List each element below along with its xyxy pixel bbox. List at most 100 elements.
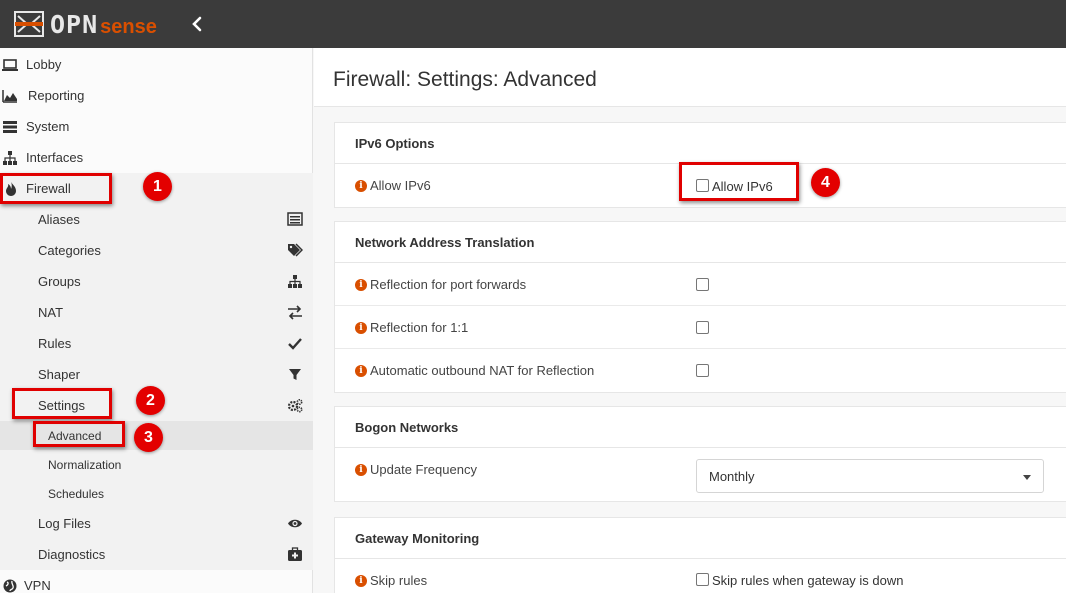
annotation-box-firewall [0,173,112,204]
logo-opn-text: OPN [50,9,99,39]
sidebar-item-label: NAT [38,305,64,320]
update-frequency-row: i Update Frequency Monthly [335,448,1066,501]
cogs-icon [287,398,303,413]
sidebar-item-shaper[interactable]: Shaper [0,359,313,390]
reflection-port-label-wrapper: i Reflection for port forwards [355,277,526,292]
medkit-icon [288,547,302,561]
annotation-marker-3: 3 [134,423,163,452]
bogon-networks-panel: Bogon Networks i Update Frequency Monthl… [334,406,1066,502]
reflection-port-label: Reflection for port forwards [370,277,527,292]
annotation-marker-2: 2 [136,386,165,415]
auto-outbound-nat-row: i Automatic outbound NAT for Reflection [335,349,1066,392]
sidebar-item-system[interactable]: System [0,111,313,142]
skip-rules-label-wrapper: i Skip rules [355,573,427,588]
update-frequency-label-wrapper: i Update Frequency [355,462,477,477]
nat-panel: Network Address Translation i Reflection… [334,221,1066,393]
laptop-icon [2,59,18,71]
annotation-box-allow-ipv6 [679,162,799,201]
section-title: Network Address Translation [335,222,1066,263]
page-header: Firewall: Settings: Advanced [314,48,1066,107]
reflection-1to1-row: i Reflection for 1:1 [335,306,1066,349]
server-icon [3,121,17,133]
opnsense-logo[interactable]: OPN sense [14,8,157,40]
update-frequency-select[interactable]: Monthly [696,459,1044,493]
allow-ipv6-label: Allow IPv6 [370,178,431,193]
list-alt-icon [287,212,303,226]
sidebar-item-normalization[interactable]: Normalization [0,450,313,479]
info-icon[interactable]: i [355,364,367,377]
auto-outbound-label: Automatic outbound NAT for Reflection [370,363,595,378]
allow-ipv6-label-wrapper: i Allow IPv6 [355,178,431,193]
sidebar-item-log-files[interactable]: Log Files [0,508,313,539]
skip-rules-row: i Skip rules Skip rules when gateway is … [335,559,1066,593]
sidebar-item-label: Lobby [26,57,62,72]
info-icon[interactable]: i [355,278,367,291]
sidebar-item-rules[interactable]: Rules [0,328,313,359]
page-title: Firewall: Settings: Advanced [333,68,597,91]
skip-rules-checkbox-label[interactable]: Skip rules when gateway is down [712,573,904,588]
opnsense-logo-icon [14,11,44,37]
sidebar-item-label: Interfaces [26,150,84,165]
sidebar-item-label: Shaper [38,367,80,382]
sidebar-item-diagnostics[interactable]: Diagnostics [0,539,313,570]
sidebar-item-label: Normalization [48,457,122,472]
sidebar-item-label: VPN [24,578,51,593]
sitemap-icon [3,151,17,165]
eye-icon [288,519,302,528]
skip-rules-label: Skip rules [370,573,428,588]
sidebar-item-vpn[interactable]: VPN [0,570,313,593]
annotation-marker-1: 1 [143,172,172,201]
section-title: Gateway Monitoring [335,518,1066,559]
sidebar-item-label: Aliases [38,212,80,227]
filter-icon [289,369,301,380]
sidebar-item-interfaces[interactable]: Interfaces [0,142,313,173]
update-frequency-value: Monthly [709,468,755,484]
sidebar-item-label: Groups [38,274,81,289]
annotation-box-advanced [33,421,125,447]
info-icon[interactable]: i [355,179,367,192]
gateway-monitoring-panel: Gateway Monitoring i Skip rules Skip rul… [334,517,1066,593]
check-icon [288,338,302,350]
sidebar-item-nat[interactable]: NAT [0,297,313,328]
sidebar-item-categories[interactable]: Categories [0,235,313,266]
reflection-port-forwards-checkbox[interactable] [696,278,709,291]
info-icon[interactable]: i [355,463,367,476]
sidebar-item-label: System [26,119,70,134]
sidebar-item-label: Schedules [48,486,105,501]
info-icon[interactable]: i [355,321,367,334]
update-frequency-label: Update Frequency [370,462,477,477]
reflection-1to1-label-wrapper: i Reflection for 1:1 [355,320,468,335]
skip-rules-checkbox[interactable] [696,573,709,586]
sitemap-icon [288,275,302,288]
area-chart-icon [2,90,17,103]
main-content: Firewall: Settings: Advanced IPv6 Option… [314,48,1066,593]
sidebar-item-label: Categories [38,243,101,258]
sidebar-item-label: Log Files [38,516,91,531]
annotation-marker-4: 4 [811,168,840,197]
sidebar-item-lobby[interactable]: Lobby [0,49,313,80]
sidebar-item-aliases[interactable]: Aliases [0,204,313,235]
reflection-1to1-checkbox[interactable] [696,321,709,334]
sidebar-item-label: Diagnostics [38,547,106,562]
sidebar-item-groups[interactable]: Groups [0,266,313,297]
auto-outbound-nat-checkbox[interactable] [696,364,709,377]
sidebar-item-schedules[interactable]: Schedules [0,479,313,508]
reflection-port-forwards-row: i Reflection for port forwards [335,263,1066,306]
section-title: Bogon Networks [335,407,1066,448]
sidebar-item-label: Rules [38,336,72,351]
sidebar-item-label: Reporting [28,88,85,103]
annotation-box-settings [12,388,112,419]
top-navbar: OPN sense [0,0,1066,48]
reflection-1to1-label: Reflection for 1:1 [370,320,469,335]
logo-wordmark: OPN sense [50,10,157,39]
sidebar-item-reporting[interactable]: Reporting [0,80,313,111]
info-icon[interactable]: i [355,574,367,587]
globe-icon [3,579,17,593]
exchange-icon [288,305,302,320]
sidebar: Lobby Reporting System Interfaces Firewa… [0,48,313,593]
collapse-sidebar-chevron-icon[interactable] [189,14,205,34]
section-title: IPv6 Options [335,123,1066,164]
caret-down-icon [1023,475,1031,480]
tags-icon [288,243,303,257]
auto-outbound-label-wrapper: i Automatic outbound NAT for Reflection [355,363,594,378]
